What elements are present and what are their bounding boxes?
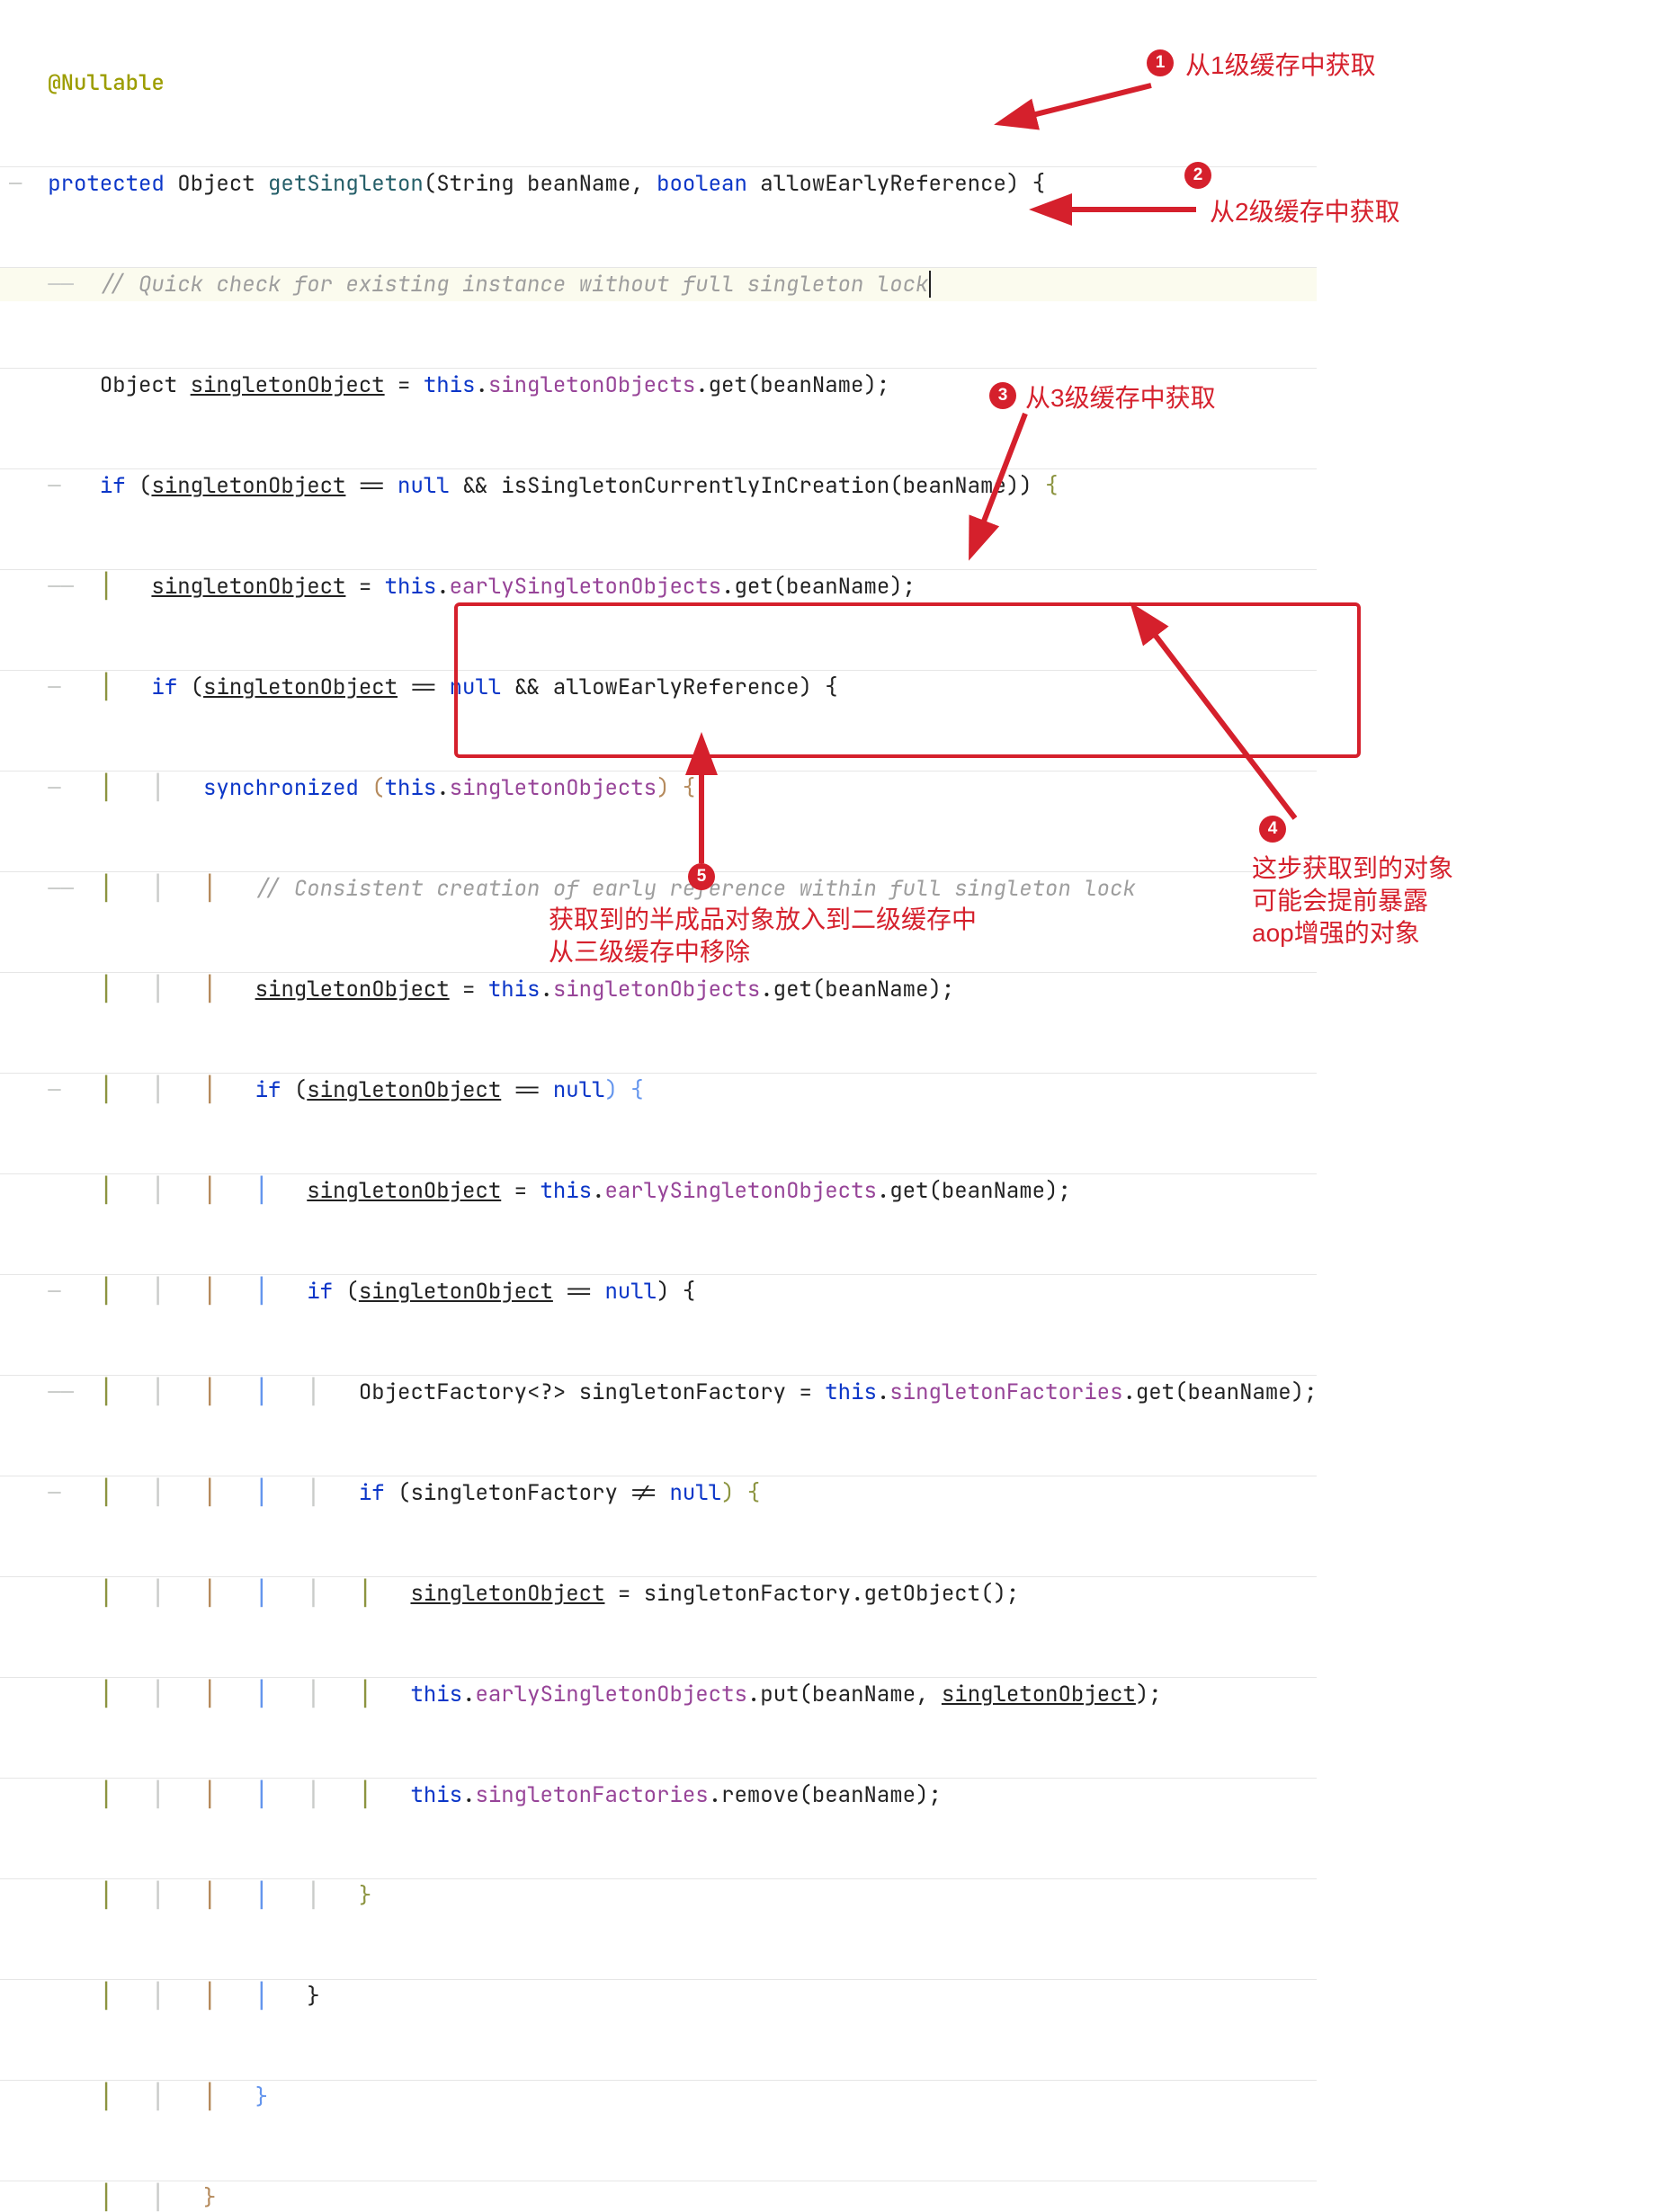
badge-1: 1 bbox=[1147, 49, 1174, 76]
highlight-box bbox=[454, 602, 1361, 758]
method-name: getSingleton bbox=[268, 170, 424, 198]
note-5: 获取到的半成品对象放入到二级缓存中从三级缓存中移除 bbox=[549, 904, 977, 968]
note-2: 从2级缓存中获取 bbox=[1210, 196, 1400, 228]
note-1: 从1级缓存中获取 bbox=[1185, 49, 1376, 82]
annotation-nullable: @Nullable bbox=[48, 69, 165, 97]
badge-4: 4 bbox=[1259, 816, 1286, 843]
text-caret bbox=[929, 271, 931, 298]
note-4: 这步获取到的对象可能会提前暴露aop增强的对象 bbox=[1252, 852, 1453, 950]
badge-3: 3 bbox=[989, 382, 1016, 409]
comment-line: // Quick check for existing instance wit… bbox=[100, 271, 929, 299]
code-block: @Nullable — protected Object getSingleto… bbox=[0, 0, 1317, 2212]
badge-5: 5 bbox=[688, 863, 715, 890]
badge-2: 2 bbox=[1184, 162, 1211, 189]
note-3: 从3级缓存中获取 bbox=[1025, 382, 1216, 415]
